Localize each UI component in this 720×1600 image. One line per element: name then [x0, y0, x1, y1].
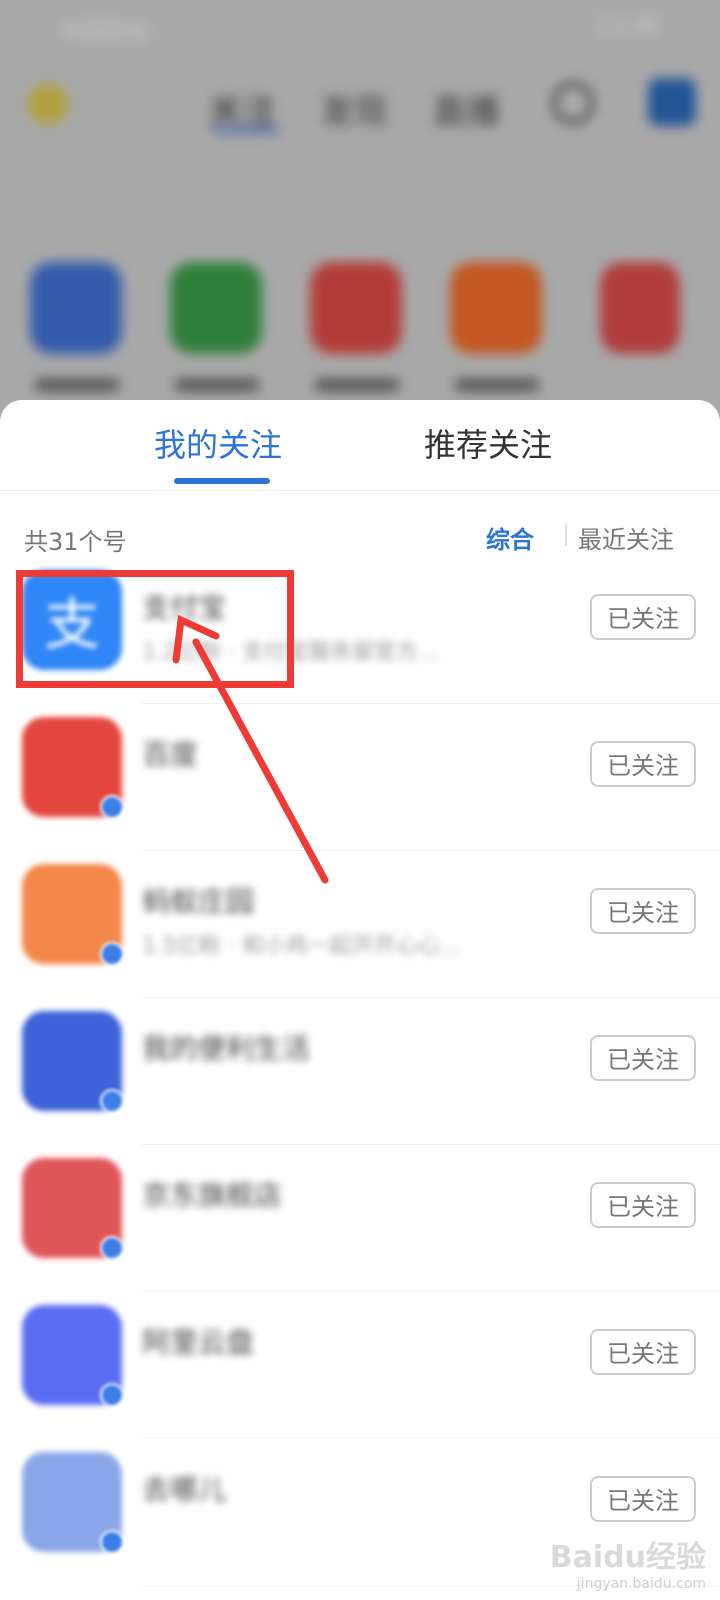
follow-count: 共31个号 [24, 528, 127, 556]
verified-badge-icon [100, 1383, 124, 1407]
account-row[interactable]: 京东旗舰店 已关注 [0, 1144, 720, 1292]
account-name: 我的便利生活 [142, 1032, 311, 1065]
account-name: 去哪儿 [142, 1473, 227, 1506]
verified-badge-icon [100, 1089, 124, 1113]
tab-indicator [174, 478, 270, 484]
followed-button[interactable]: 已关注 [590, 1182, 696, 1228]
followed-button[interactable]: 已关注 [590, 1329, 696, 1375]
followed-button[interactable]: 已关注 [590, 594, 696, 640]
sort-recent[interactable]: 最近关注 [578, 520, 674, 555]
watermark-url: jingyan.baidu.com [576, 1576, 706, 1592]
verified-badge-icon [100, 1530, 124, 1554]
sort-divider [565, 524, 567, 546]
tab-recommended[interactable]: 推荐关注 [424, 420, 552, 466]
account-desc: 1.5亿粉 · 和小鸡一起开开心心... [142, 934, 461, 959]
account-name: 百度 [142, 738, 199, 771]
background-app: 中国移动 13:46 关注 发现 直播 [0, 0, 720, 420]
sort-comprehensive[interactable]: 综合 [486, 520, 534, 555]
verified-badge-icon [100, 1236, 124, 1260]
account-name: 阿里云盘 [142, 1326, 255, 1359]
followed-button[interactable]: 已关注 [590, 1476, 696, 1522]
followed-button[interactable]: 已关注 [590, 741, 696, 787]
verified-badge-icon [100, 942, 124, 966]
dim-overlay[interactable] [0, 0, 720, 420]
followed-button[interactable]: 已关注 [590, 1035, 696, 1081]
highlight-box [16, 570, 294, 688]
watermark-logo: Baidu经验 [549, 1540, 706, 1575]
account-name: 蚂蚁庄园 [142, 885, 255, 918]
account-row[interactable]: 百度 已关注 [0, 703, 720, 851]
account-row[interactable]: 阿里云盘 已关注 [0, 1291, 720, 1439]
followed-button[interactable]: 已关注 [590, 888, 696, 934]
account-name: 京东旗舰店 [142, 1179, 283, 1212]
sheet-tabs: 我的关注 推荐关注 [0, 400, 720, 491]
watermark: Baidu经验 jingyan.baidu.com [550, 1532, 706, 1592]
tab-my-follows[interactable]: 我的关注 [154, 420, 282, 466]
verified-badge-icon [100, 795, 124, 819]
account-row[interactable]: 我的便利生活 已关注 [0, 997, 720, 1145]
account-row[interactable]: 蚂蚁庄园 1.5亿粉 · 和小鸡一起开开心心... 已关注 [0, 850, 720, 998]
